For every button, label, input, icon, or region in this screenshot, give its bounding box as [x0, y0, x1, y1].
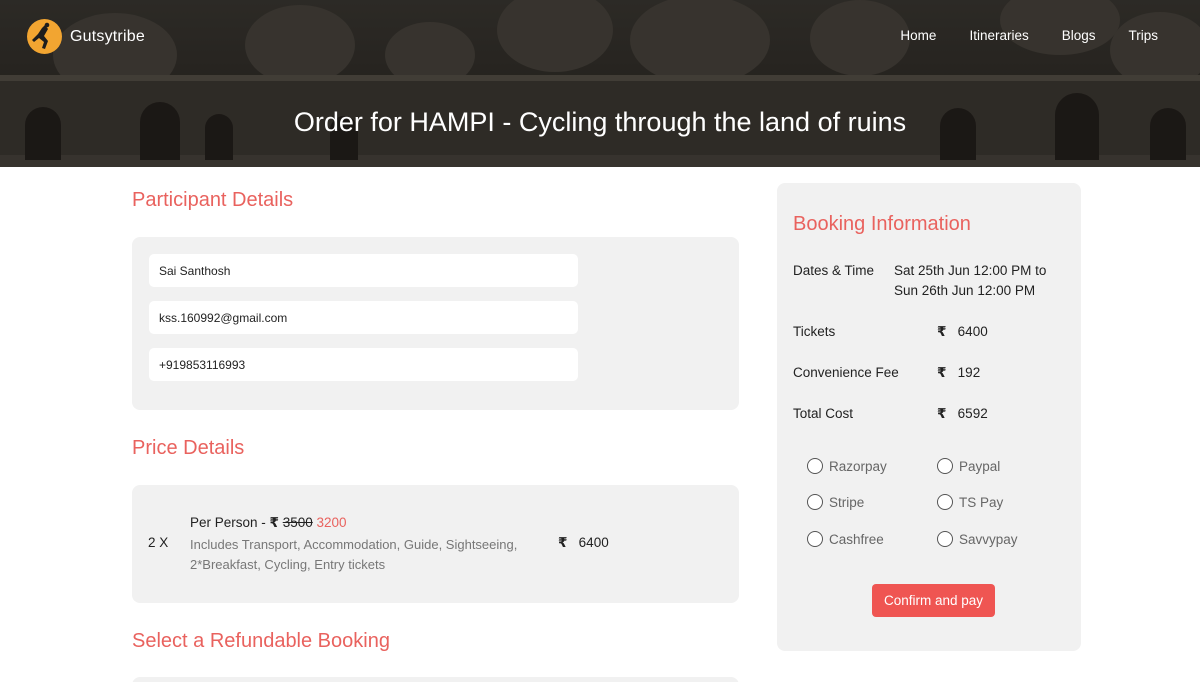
radio-icon[interactable]: [807, 531, 823, 547]
page-title: Order for HAMPI - Cycling through the la…: [293, 107, 907, 137]
total-cost-label: Total Cost: [793, 406, 854, 421]
rupee-symbol: ₹: [937, 324, 947, 339]
dates-line-1: Sat 25th Jun 12:00 PM to: [894, 263, 1047, 278]
brand-logo[interactable]: Gutsytribe: [27, 19, 145, 54]
convenience-fee-amount: 192: [957, 365, 981, 380]
convenience-fee-value: ₹ 192: [937, 363, 980, 383]
price-details-heading: Price Details: [132, 437, 245, 459]
payment-option-stripe[interactable]: Stripe: [807, 494, 864, 510]
rupee-symbol: ₹: [937, 406, 947, 421]
payment-option-cashfree[interactable]: Cashfree: [807, 531, 884, 547]
payment-option-tspay[interactable]: TS Pay: [937, 494, 1003, 510]
per-person-label: Per Person -: [190, 515, 266, 530]
radio-icon[interactable]: [807, 494, 823, 510]
rupee-symbol: ₹: [558, 535, 568, 550]
payment-option-label: Razorpay: [829, 458, 887, 474]
price-amount: ₹ 6400: [558, 535, 609, 551]
participant-panel: [132, 237, 739, 410]
tickets-label: Tickets: [793, 324, 836, 339]
hero-banner: Gutsytribe Home Itineraries Blogs Trips …: [0, 0, 1200, 167]
radio-icon[interactable]: [937, 531, 953, 547]
payment-option-razorpay[interactable]: Razorpay: [807, 458, 887, 474]
quantity-label: 2 X: [148, 535, 169, 550]
price-panel: 2 X Per Person - ₹ 3500 3200 Includes Tr…: [132, 485, 739, 603]
brand-name: Gutsytribe: [70, 27, 145, 45]
price-description: Includes Transport, Accommodation, Guide…: [190, 537, 518, 572]
participant-details-heading: Participant Details: [132, 189, 294, 211]
payment-option-label: Paypal: [959, 458, 1001, 474]
nav-trips[interactable]: Trips: [1129, 28, 1159, 43]
rupee-symbol: ₹: [269, 515, 279, 530]
dates-value: Sat 25th Jun 12:00 PM to Sun 26th Jun 12…: [894, 261, 1046, 301]
new-price: 3200: [316, 515, 347, 530]
total-cost-value: ₹ 6592: [937, 404, 988, 424]
rupee-symbol: ₹: [937, 365, 947, 380]
payment-option-label: TS Pay: [959, 494, 1004, 510]
old-price: 3500: [282, 515, 313, 530]
total-cost-amount: 6592: [957, 406, 988, 421]
dates-label: Dates & Time: [793, 263, 875, 278]
radio-icon[interactable]: [807, 458, 823, 474]
payment-option-paypal[interactable]: Paypal: [937, 458, 1000, 474]
per-person-price: Per Person - ₹ 3500 3200: [190, 515, 347, 531]
radio-icon[interactable]: [937, 458, 953, 474]
logo-icon: [27, 19, 62, 54]
booking-information-card: Booking Information Dates & Time Sat 25t…: [777, 183, 1081, 651]
name-field[interactable]: [149, 254, 578, 287]
tickets-amount: 6400: [957, 324, 988, 339]
tickets-value: ₹ 6400: [937, 322, 988, 342]
nav-itineraries[interactable]: Itineraries: [969, 28, 1028, 43]
nav-blogs[interactable]: Blogs: [1062, 28, 1096, 43]
hero-overlay: [0, 0, 1200, 167]
price-amount-value: 6400: [578, 535, 609, 550]
payment-option-label: Cashfree: [829, 531, 884, 547]
refundable-booking-heading: Select a Refundable Booking: [132, 630, 390, 652]
confirm-and-pay-button[interactable]: Confirm and pay: [872, 584, 995, 617]
convenience-fee-label: Convenience Fee: [793, 365, 899, 380]
top-nav: Home Itineraries Blogs Trips: [867, 28, 1158, 43]
booking-information-heading: Booking Information: [793, 213, 971, 235]
radio-icon[interactable]: [937, 494, 953, 510]
payment-option-savvypay[interactable]: Savvypay: [937, 531, 1018, 547]
refundable-panel: [132, 677, 739, 682]
dates-line-2: Sun 26th Jun 12:00 PM: [894, 283, 1036, 298]
phone-field[interactable]: [149, 348, 578, 381]
nav-home[interactable]: Home: [900, 28, 936, 43]
payment-option-label: Stripe: [829, 494, 865, 510]
email-field[interactable]: [149, 301, 578, 334]
payment-option-label: Savvypay: [959, 531, 1018, 547]
